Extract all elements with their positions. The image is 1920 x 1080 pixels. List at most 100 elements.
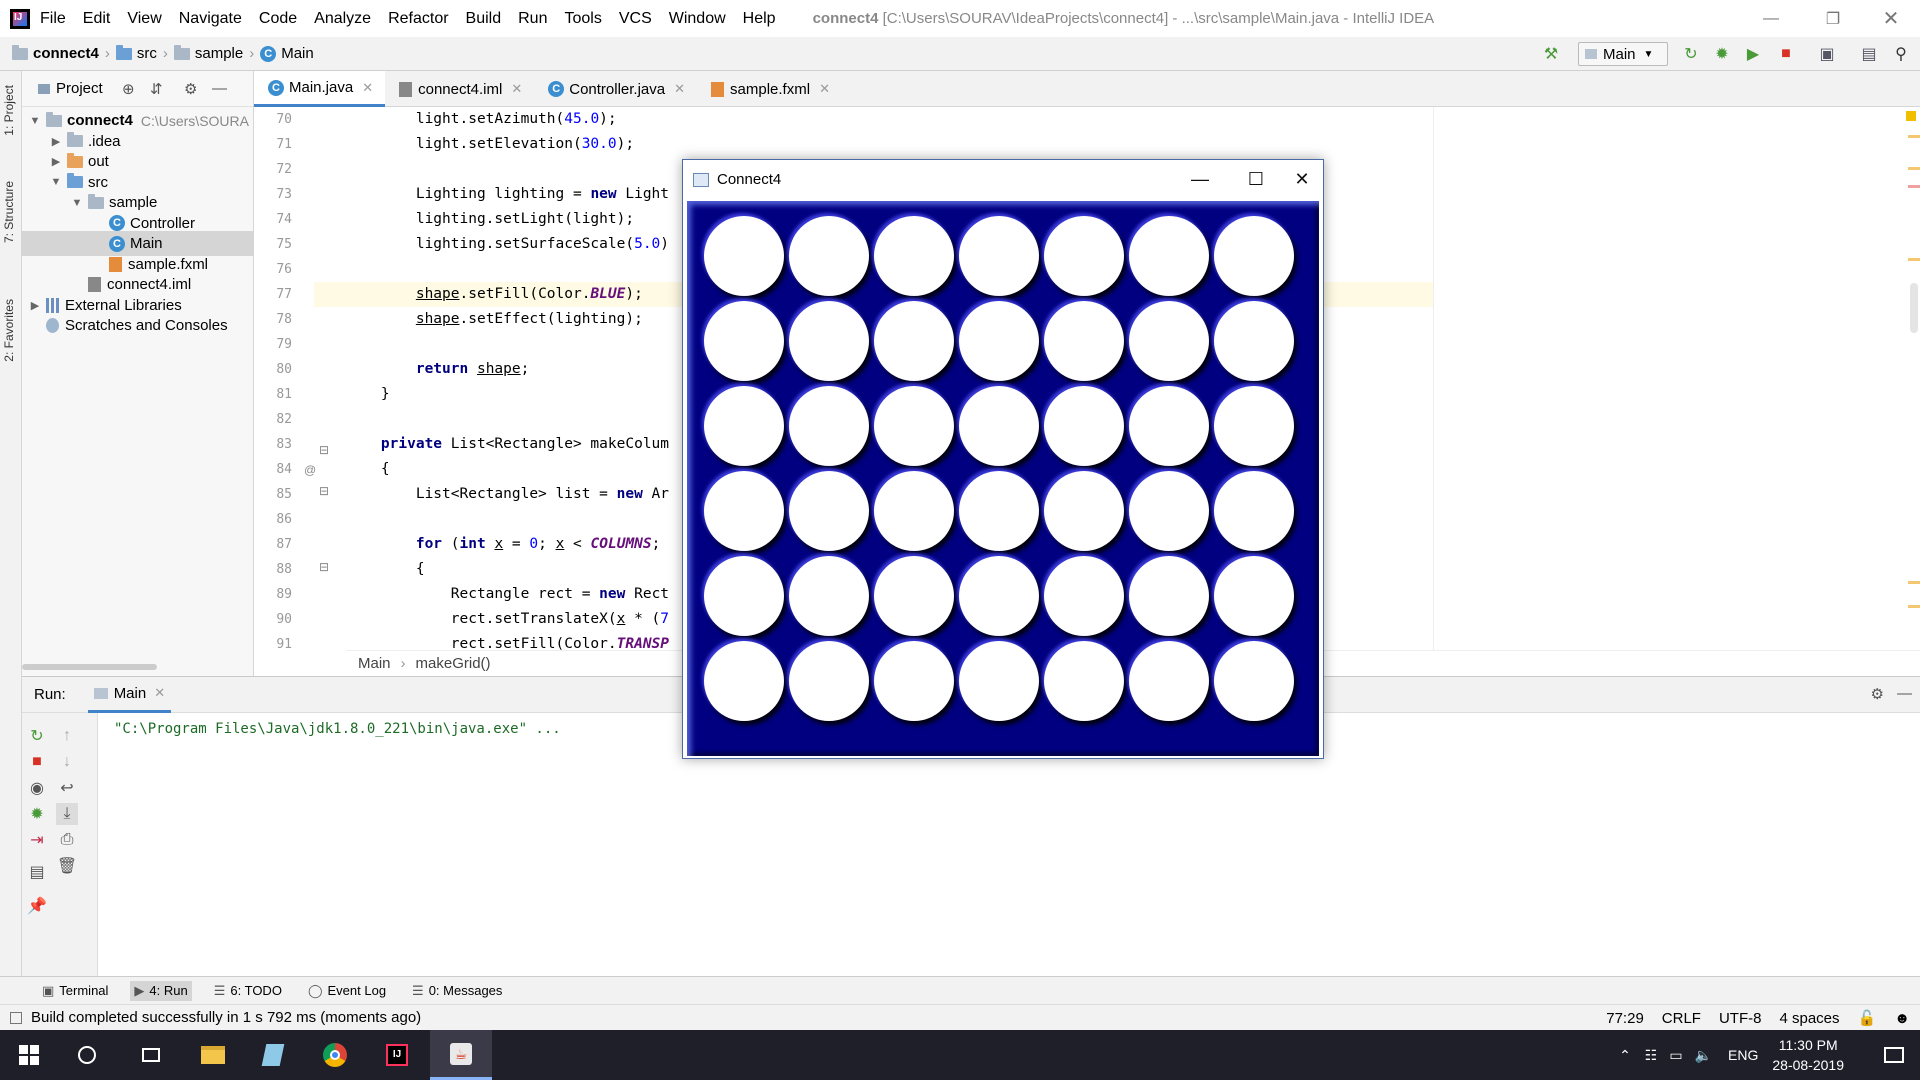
breadcrumb-project[interactable]: connect4 <box>12 44 99 62</box>
board-cell[interactable] <box>874 301 954 381</box>
bottom-tab[interactable]: ☰ 0: Messages <box>408 981 506 1001</box>
editor-tab[interactable]: C Controller.java ✕ <box>534 71 697 107</box>
gear-icon[interactable]: ⚙ <box>1871 685 1884 703</box>
caret-position[interactable]: 77:29 <box>1606 1010 1644 1027</box>
project-structure-icon[interactable]: ▣ <box>1818 45 1836 63</box>
breadcrumb-src[interactable]: src <box>115 44 157 62</box>
bottom-tab[interactable]: ◯ Event Log <box>304 981 390 1001</box>
board-cell[interactable] <box>704 556 784 636</box>
board-cell[interactable] <box>704 216 784 296</box>
collapse-icon[interactable]: ⇵ <box>150 80 163 98</box>
language-indicator[interactable]: ENG <box>1728 1047 1758 1063</box>
board-cell[interactable] <box>1129 301 1209 381</box>
status-message[interactable]: Build completed successfully in 1 s 792 … <box>31 1009 421 1026</box>
board-cell[interactable] <box>1214 471 1294 551</box>
board-cell[interactable] <box>1044 556 1124 636</box>
menu-navigate[interactable]: Navigate <box>179 10 242 28</box>
board-cell[interactable] <box>1044 641 1124 721</box>
battery-icon[interactable]: ▭ <box>1669 1047 1682 1064</box>
favorites-tool-tab[interactable]: 2: Favorites <box>2 299 16 362</box>
soft-wrap-icon[interactable]: ↩ <box>56 777 78 799</box>
run-console-output[interactable]: "C:\Program Files\Java\jdk1.8.0_221\bin\… <box>114 721 561 737</box>
close-tab-icon[interactable]: ✕ <box>674 81 685 97</box>
close-tab-icon[interactable]: ✕ <box>362 80 373 96</box>
breadcrumb-main[interactable]: C Main <box>260 45 314 62</box>
indent-setting[interactable]: 4 spaces <box>1779 1010 1839 1027</box>
tree-item[interactable]: Scratches and Consoles <box>22 313 254 338</box>
board-cell[interactable] <box>874 386 954 466</box>
menu-analyze[interactable]: Analyze <box>314 10 371 28</box>
print-icon[interactable]: ⎙ <box>56 829 78 851</box>
status-icon[interactable] <box>10 1011 22 1024</box>
layout-icon[interactable]: ▤ <box>1860 45 1878 63</box>
breadcrumb-class[interactable]: Main <box>358 655 391 672</box>
board-cell[interactable] <box>1214 641 1294 721</box>
board-cell[interactable] <box>874 471 954 551</box>
board-cell[interactable] <box>959 386 1039 466</box>
board-cell[interactable] <box>874 641 954 721</box>
board-cell[interactable] <box>1214 216 1294 296</box>
notes-app-icon[interactable] <box>244 1030 302 1080</box>
gear-icon[interactable]: ⚙ <box>184 80 197 98</box>
run-configuration-select[interactable]: Main ▼ <box>1578 42 1668 66</box>
chevron-right-icon[interactable]: ▶ <box>49 135 63 148</box>
scroll-down-icon[interactable]: ↓ <box>56 751 78 773</box>
board-cell[interactable] <box>789 216 869 296</box>
chevron-down-icon[interactable]: ▼ <box>70 197 84 209</box>
layout-icon[interactable]: ▤ <box>26 861 48 883</box>
fold-icon[interactable]: ⊟ <box>319 484 329 498</box>
rerun-icon[interactable]: ↻ <box>1682 45 1700 63</box>
menu-build[interactable]: Build <box>466 10 502 28</box>
menu-run[interactable]: Run <box>518 10 547 28</box>
board-cell[interactable] <box>874 216 954 296</box>
locate-icon[interactable]: ⊕ <box>122 80 135 98</box>
close-tab-icon[interactable]: ✕ <box>511 81 522 97</box>
close-button[interactable]: ✕ <box>1868 0 1914 37</box>
menu-window[interactable]: Window <box>669 10 726 28</box>
network-icon[interactable]: ☷ <box>1645 1047 1658 1064</box>
board-cell[interactable] <box>1214 556 1294 636</box>
menu-edit[interactable]: Edit <box>83 10 111 28</box>
bottom-tab[interactable]: ▶ 4: Run <box>130 980 192 1001</box>
board-cell[interactable] <box>1044 301 1124 381</box>
hide-icon[interactable]: — <box>1897 685 1912 702</box>
board-cell[interactable] <box>959 301 1039 381</box>
board-cell[interactable] <box>1044 386 1124 466</box>
intellij-taskbar-icon[interactable]: IJ <box>368 1030 426 1080</box>
file-encoding[interactable]: UTF-8 <box>1719 1010 1762 1027</box>
bottom-tab[interactable]: ▣ Terminal <box>38 981 112 1001</box>
board-cell[interactable] <box>959 216 1039 296</box>
project-tool-tab[interactable]: 1: Project <box>2 85 16 136</box>
board-cell[interactable] <box>959 641 1039 721</box>
pin-icon[interactable]: 📌 <box>26 895 48 917</box>
scroll-up-icon[interactable]: ↑ <box>56 725 78 747</box>
fold-icon[interactable]: ⊟ <box>319 443 329 457</box>
connect4-maximize-button[interactable]: ☐ <box>1233 160 1279 199</box>
board-cell[interactable] <box>789 471 869 551</box>
file-explorer-icon[interactable] <box>184 1030 242 1080</box>
chevron-up-icon[interactable]: ⌃ <box>1619 1047 1631 1064</box>
fold-icon[interactable]: ⊟ <box>319 560 329 574</box>
build-hammer-icon[interactable]: ⚒ <box>1542 45 1560 63</box>
run-tab-main[interactable]: Main ✕ <box>87 677 172 713</box>
minimize-button[interactable]: — <box>1748 0 1794 37</box>
editor-tab[interactable]: C Main.java ✕ <box>254 71 386 107</box>
search-circle-icon[interactable] <box>58 1030 116 1080</box>
close-tab-icon[interactable]: ✕ <box>154 685 165 701</box>
connect4-minimize-button[interactable]: — <box>1177 160 1223 199</box>
board-cell[interactable] <box>1129 641 1209 721</box>
trash-icon[interactable]: 🗑 <box>56 855 78 877</box>
board-cell[interactable] <box>704 386 784 466</box>
menu-code[interactable]: Code <box>259 10 297 28</box>
editor-scrollbar[interactable] <box>1910 283 1918 333</box>
board-cell[interactable] <box>874 556 954 636</box>
volume-icon[interactable]: 🔈 <box>1695 1047 1712 1064</box>
camera-icon[interactable]: ◉ <box>26 777 48 799</box>
search-icon[interactable]: ⚲ <box>1892 45 1910 63</box>
run-with-coverage-icon[interactable]: ▶ <box>1744 45 1762 63</box>
exit-icon[interactable]: ⇥ <box>26 829 48 851</box>
notifications-icon[interactable] <box>1884 1047 1904 1063</box>
editor-right-area[interactable] <box>1433 107 1920 650</box>
board-cell[interactable] <box>789 556 869 636</box>
stop-icon[interactable]: ■ <box>26 751 48 773</box>
